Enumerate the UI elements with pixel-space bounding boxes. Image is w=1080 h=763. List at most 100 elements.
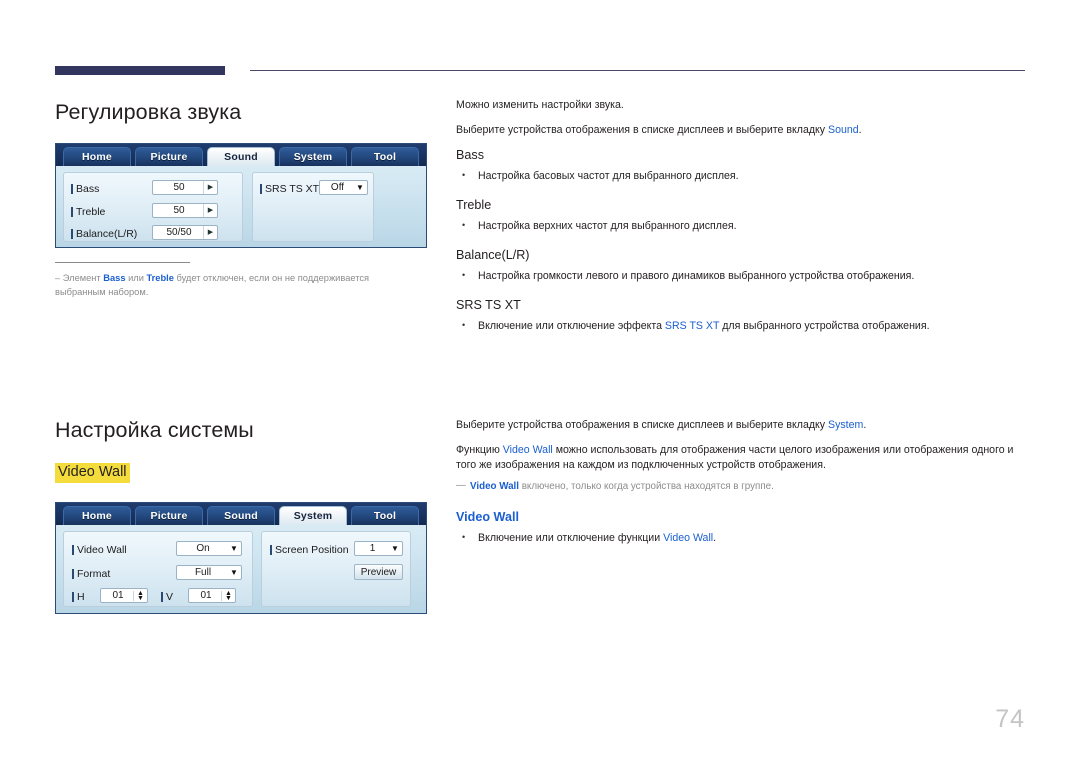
header-rule-thick: [55, 66, 225, 75]
row-v: V: [161, 589, 173, 604]
link-system-tab[interactable]: System: [828, 419, 863, 431]
value-bass: 50: [173, 182, 185, 193]
bullet-tick-icon: [260, 183, 262, 194]
subhead-treble: Treble: [456, 198, 492, 212]
tab-tool[interactable]: Tool: [351, 506, 419, 525]
system-intro-1: Выберите устройства отображения в списке…: [456, 418, 1026, 433]
system-note: — Video Wall включено, только когда устро…: [456, 480, 1026, 494]
chevron-down-icon[interactable]: ▼: [353, 181, 367, 194]
link-sound-tab[interactable]: Sound: [828, 124, 859, 136]
tab-sound[interactable]: Sound: [207, 147, 275, 166]
tab-home[interactable]: Home: [63, 506, 131, 525]
osd-panel-system: Home Picture Sound System Tool Video Wal…: [55, 502, 427, 614]
dropdown-video-wall[interactable]: On ▼: [176, 541, 242, 556]
stepper-arrows-icon[interactable]: ▲ ▼: [221, 590, 235, 602]
bullet-tick-icon: [72, 544, 74, 555]
srs-bullet-post: для выбранного устройства отображения.: [719, 320, 930, 332]
dropdown-srs-ts-xt[interactable]: Off ▼: [319, 180, 368, 195]
osd-tabbar-sound: Home Picture Sound System Tool: [56, 144, 426, 166]
vw-bullet-post: .: [713, 532, 717, 544]
chevron-down-icon[interactable]: ▼: [227, 566, 241, 579]
tab-picture[interactable]: Picture: [135, 147, 203, 166]
bullet-tick-icon: [72, 591, 74, 602]
tab-system[interactable]: System: [279, 506, 347, 525]
value-srs-ts-xt: Off: [330, 182, 345, 193]
chevron-down-icon[interactable]: ▼: [227, 542, 241, 555]
bullet-tick-icon: [270, 544, 272, 555]
bullet-tick-icon: [161, 591, 163, 602]
bullet-tick-icon: [71, 228, 73, 239]
osd-group-system-left: Video Wall On ▼ Format Full ▼ H 01 ▲ ▼ V…: [63, 531, 253, 607]
sound-intro-2: Выберите устройства отображения в списке…: [456, 123, 1026, 138]
link-video-wall-3[interactable]: Video Wall: [663, 532, 713, 544]
footnote-pre: Элемент: [62, 273, 104, 284]
label-balance: Balance(L/R): [76, 227, 138, 240]
row-treble: Treble: [71, 204, 105, 219]
osd-group-sound-right: SRS TS XT Off ▼: [252, 172, 374, 242]
footnote-dash: –: [55, 273, 63, 284]
tab-home[interactable]: Home: [63, 147, 131, 166]
row-video-wall: Video Wall: [72, 542, 127, 557]
subhead-video-wall: Video Wall: [456, 510, 519, 524]
tab-system[interactable]: System: [279, 147, 347, 166]
system-intro-2: Функцию Video Wall можно использовать дл…: [456, 443, 1026, 473]
system-intro-2-pre: Функцию: [456, 444, 503, 456]
sound-intro-2-pre: Выберите устройства отображения в списке…: [456, 124, 829, 136]
label-v: V: [166, 590, 174, 603]
osd-tabbar-system: Home Picture Sound System Tool: [56, 503, 426, 525]
list-item: Включение или отключение эффекта SRS TS …: [456, 318, 1026, 334]
label-video-wall: Video Wall: [77, 543, 127, 556]
osd-group-system-right: Screen Position 1 ▼ Preview: [261, 531, 411, 607]
sound-intro-2-post: .: [858, 124, 862, 136]
bullets-srs-ts-xt: Включение или отключение эффекта SRS TS …: [456, 318, 1026, 334]
stepper-h[interactable]: 01 ▲ ▼: [100, 588, 148, 603]
stepper-v[interactable]: 01 ▲ ▼: [188, 588, 236, 603]
value-format: Full: [194, 567, 212, 578]
bullets-treble: Настройка верхних частот для выбранного …: [456, 218, 1026, 234]
osd-group-sound-left: Bass 50 ▶ Treble 50 ▶ Balance(L/R) 50/50…: [63, 172, 243, 242]
list-item: Настройка басовых частот для выбранного …: [456, 168, 1026, 184]
field-balance[interactable]: 50/50 ▶: [152, 225, 218, 240]
stepper-arrows-icon[interactable]: ▲ ▼: [133, 590, 147, 602]
tab-sound[interactable]: Sound: [207, 506, 275, 525]
link-srs-ts-xt[interactable]: SRS TS XT: [665, 320, 719, 332]
label-h: H: [77, 590, 85, 603]
right-column-sound: Можно изменить настройки звука. Выберите…: [456, 98, 1026, 348]
chevron-right-icon[interactable]: ▶: [203, 226, 217, 239]
field-bass[interactable]: 50 ▶: [152, 180, 218, 195]
osd-body-system: Video Wall On ▼ Format Full ▼ H 01 ▲ ▼ V…: [56, 525, 426, 607]
chevron-down-icon[interactable]: ▼: [388, 542, 402, 555]
list-item: Настройка громкости левого и правого дин…: [456, 268, 1026, 284]
dropdown-format[interactable]: Full ▼: [176, 565, 242, 580]
label-screen-position: Screen Position: [275, 543, 349, 556]
page-title-sound: Регулировка звука: [55, 100, 242, 124]
page-title-system: Настройка системы: [55, 418, 254, 442]
header-rule-thin: [250, 70, 1025, 72]
row-srs: SRS TS XT: [260, 181, 319, 196]
bullets-balance: Настройка громкости левого и правого дин…: [456, 268, 1026, 284]
system-note-post: включено, только когда устройства находя…: [519, 481, 774, 492]
osd-body-sound: Bass 50 ▶ Treble 50 ▶ Balance(L/R) 50/50…: [56, 166, 426, 242]
right-column-system: Выберите устройства отображения в списке…: [456, 418, 1026, 560]
row-h: H: [72, 589, 85, 604]
chevron-right-icon[interactable]: ▶: [203, 181, 217, 194]
tab-tool[interactable]: Tool: [351, 147, 419, 166]
value-balance: 50/50: [166, 227, 192, 238]
link-video-wall-2[interactable]: Video Wall: [470, 481, 519, 492]
field-treble[interactable]: 50 ▶: [152, 203, 218, 218]
chevron-right-icon[interactable]: ▶: [203, 204, 217, 217]
bullet-tick-icon: [72, 568, 74, 579]
system-intro-1-pre: Выберите устройства отображения в списке…: [456, 419, 829, 431]
label-bass: Bass: [76, 182, 100, 195]
label-treble: Treble: [76, 205, 106, 218]
link-video-wall-1[interactable]: Video Wall: [503, 444, 553, 456]
bullet-tick-icon: [71, 183, 73, 194]
dropdown-screen-position[interactable]: 1 ▼: [354, 541, 403, 556]
value-h: 01: [112, 590, 124, 601]
footnote-sound-text: – Элемент Bass или Treble будет отключен…: [55, 271, 415, 299]
tab-picture[interactable]: Picture: [135, 506, 203, 525]
preview-button[interactable]: Preview: [354, 564, 403, 580]
system-intro-1-post: .: [863, 419, 867, 431]
footnote-bass: Bass: [103, 273, 126, 284]
value-treble: 50: [173, 205, 185, 216]
